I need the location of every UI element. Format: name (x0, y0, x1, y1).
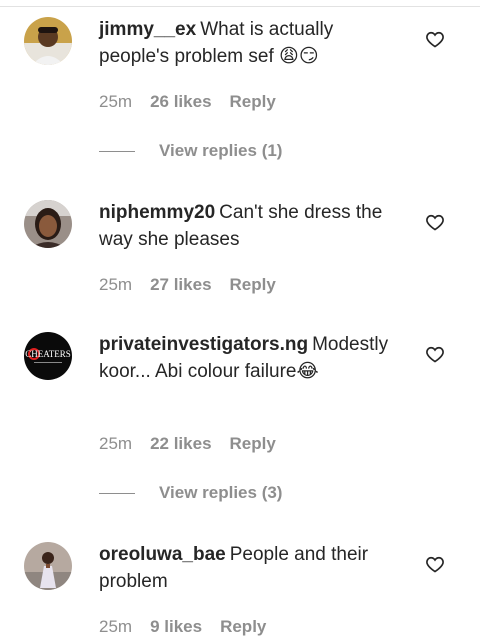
likes-count[interactable]: 26 likes (150, 92, 211, 111)
comment-text-block: oreoluwa_bae People and their problem (99, 541, 399, 595)
comment-username[interactable]: privateinvestigators.ng (99, 334, 308, 355)
heart-icon[interactable] (425, 212, 445, 232)
reply-button[interactable]: Reply (230, 434, 276, 453)
reply-button[interactable]: Reply (230, 92, 276, 111)
reply-button[interactable]: Reply (230, 275, 276, 294)
comment-time: 25m (99, 275, 133, 294)
comment-time: 25m (99, 92, 133, 111)
likes-count[interactable]: 27 likes (150, 275, 211, 294)
comment-meta: 25m 9 likes Reply (99, 617, 266, 637)
view-replies-label[interactable]: View replies (1) (159, 141, 282, 160)
comment-time: 25m (99, 617, 133, 636)
comment-meta: 25m 27 likes Reply (99, 275, 276, 295)
comment-username[interactable]: oreoluwa_bae (99, 544, 226, 565)
comment-text-block: niphemmy20 Can't she dress the way she pl… (99, 199, 399, 253)
comment-username[interactable]: jimmy__ex (99, 19, 196, 40)
avatar[interactable] (24, 542, 72, 590)
comment-username[interactable]: niphemmy20 (99, 202, 215, 223)
avatar[interactable] (24, 200, 72, 248)
avatar-logo-text: CHEATERS (25, 349, 71, 359)
likes-count[interactable]: 22 likes (150, 434, 211, 453)
comment-meta: 25m 26 likes Reply (99, 92, 276, 112)
avatar[interactable]: CHEATERS (24, 332, 72, 380)
replies-divider (99, 151, 135, 153)
heart-icon[interactable] (425, 344, 445, 364)
heart-icon[interactable] (425, 554, 445, 574)
heart-icon[interactable] (425, 29, 445, 49)
view-replies-label[interactable]: View replies (3) (159, 483, 282, 502)
comment-text-block: jimmy__ex What is actually people's probl… (99, 16, 399, 70)
avatar[interactable] (24, 17, 72, 65)
top-divider (0, 6, 480, 7)
likes-count[interactable]: 9 likes (150, 617, 202, 636)
comment-meta: 25m 22 likes Reply (99, 434, 276, 454)
reply-button[interactable]: Reply (220, 617, 266, 636)
comment-text-block: privateinvestigators.ng Modestly koor... … (99, 331, 399, 385)
view-replies-button[interactable]: View replies (3) (99, 483, 282, 503)
view-replies-button[interactable]: View replies (1) (99, 141, 282, 161)
comment-time: 25m (99, 434, 133, 453)
replies-divider (99, 493, 135, 495)
